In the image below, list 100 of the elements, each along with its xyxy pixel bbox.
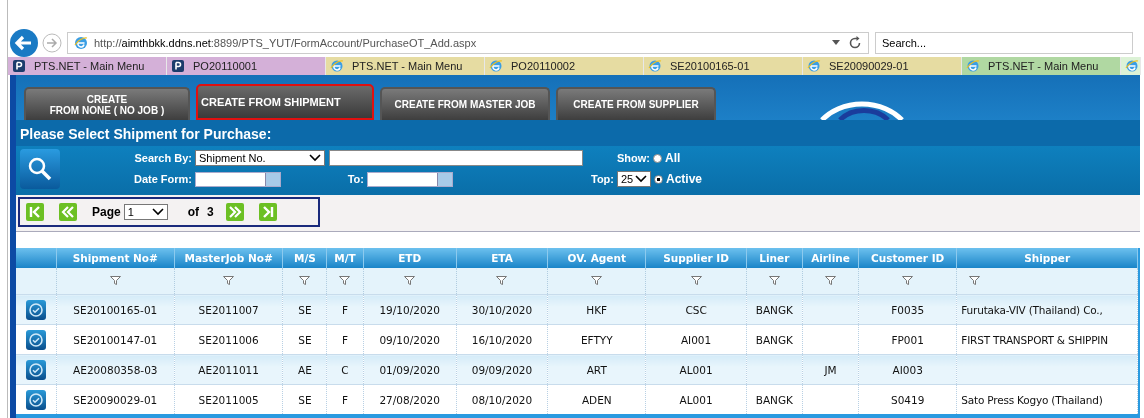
table-cell: JM bbox=[824, 363, 837, 376]
create-button[interactable]: CREATE FROM SHIPMENT bbox=[196, 84, 374, 120]
check-circle-icon bbox=[27, 301, 44, 318]
filter-icon[interactable] bbox=[690, 276, 702, 285]
table-cell: AE2011011 bbox=[198, 363, 259, 376]
first-page-button[interactable] bbox=[26, 203, 44, 221]
create-button[interactable]: CREATE FROM MASTER JOB bbox=[380, 87, 550, 120]
filter-icon[interactable] bbox=[591, 276, 603, 285]
table-cell: 19/10/2020 bbox=[379, 303, 440, 316]
date-field[interactable] bbox=[367, 171, 453, 187]
search-field[interactable] bbox=[329, 150, 583, 166]
filter-icon[interactable] bbox=[404, 276, 416, 285]
table-cell: ADEN bbox=[581, 393, 612, 406]
create-button[interactable]: CREATE FROM NONE ( NO JOB ) bbox=[24, 87, 190, 120]
browser-tab[interactable]: SE20100165-01 bbox=[644, 57, 803, 75]
search-by-select[interactable]: Shipment No. bbox=[195, 150, 325, 166]
globe-e-icon bbox=[489, 59, 503, 73]
table-cell: S0419 bbox=[891, 393, 925, 406]
table-cell: 01/09/2020 bbox=[379, 363, 440, 376]
table-cell: SE20100165-01 bbox=[73, 303, 158, 316]
refresh-icon[interactable] bbox=[848, 35, 862, 50]
search-button[interactable] bbox=[20, 149, 60, 189]
filter-icon[interactable] bbox=[902, 276, 914, 285]
search-by-label: Search By: bbox=[133, 152, 192, 164]
back-button[interactable] bbox=[9, 27, 39, 58]
filter-icon[interactable] bbox=[824, 276, 836, 285]
table-cell: SE bbox=[298, 393, 312, 406]
previous-page-button[interactable] bbox=[59, 203, 77, 221]
radio-option[interactable]: Active bbox=[654, 172, 703, 186]
table-cell: EFTYY bbox=[580, 333, 613, 346]
table-cell: 30/10/2020 bbox=[471, 303, 533, 316]
filter-icon[interactable] bbox=[109, 276, 121, 285]
browser-tab[interactable]: PO20110001 bbox=[167, 57, 326, 75]
page-select[interactable]: 1 bbox=[123, 204, 168, 220]
select-row-button[interactable] bbox=[25, 359, 46, 380]
chevron-down-icon bbox=[635, 175, 647, 183]
last-page-icon bbox=[258, 203, 277, 221]
table-cell: 09/10/2020 bbox=[379, 333, 440, 346]
table-cell: AE20080358-03 bbox=[73, 363, 158, 376]
radio-option[interactable]: All bbox=[653, 151, 681, 165]
table-cell: F0035 bbox=[891, 303, 925, 316]
browser-tab[interactable] bbox=[1121, 57, 1141, 75]
table-cell: C bbox=[341, 363, 349, 376]
create-button[interactable]: CREATE FROM SUPPLIER bbox=[556, 87, 716, 120]
table-cell: FP001 bbox=[891, 333, 924, 346]
panel-title: Please Select Shipment for Purchase: bbox=[16, 120, 1140, 146]
browser-tab[interactable]: PO20110002 bbox=[485, 57, 644, 75]
table-cell: BANGK bbox=[755, 393, 793, 406]
check-circle-icon bbox=[27, 361, 44, 378]
app-icon bbox=[171, 59, 185, 73]
globe-e-icon bbox=[966, 59, 980, 73]
top-label: Top: bbox=[590, 173, 614, 185]
table-cell: SE2011006 bbox=[198, 333, 259, 346]
check-circle-icon bbox=[27, 331, 44, 348]
select-row-button[interactable] bbox=[25, 389, 46, 410]
table-cell: 08/10/2020 bbox=[471, 393, 533, 406]
page-count: 3 bbox=[207, 205, 214, 219]
filter-icon[interactable] bbox=[969, 276, 981, 285]
address-bar[interactable]: http://aimthbkk.ddns.net:8899/PTS_YUT/FormAccount/PurchaseOT_Add.aspx bbox=[67, 31, 869, 54]
select-row-button[interactable] bbox=[25, 329, 46, 350]
browser-tab[interactable]: PTS.NET - Main Menu bbox=[8, 57, 167, 75]
filter-icon[interactable] bbox=[496, 276, 508, 285]
table-cell: SE20100147-01 bbox=[73, 333, 158, 346]
table-cell: AI001 bbox=[680, 333, 712, 346]
top-select[interactable]: 25 bbox=[617, 171, 651, 187]
next-page-button[interactable] bbox=[225, 203, 244, 221]
select-row-button[interactable] bbox=[25, 299, 46, 320]
browser-tab[interactable]: SE20090029-01 bbox=[803, 57, 962, 75]
table-cell: F bbox=[341, 303, 348, 316]
table-cell: SE20090029-01 bbox=[73, 393, 158, 406]
table-cell: Sato Press Kogyo (Thailand) bbox=[961, 393, 1103, 406]
globe-e-icon bbox=[330, 59, 344, 73]
table-cell: F bbox=[341, 393, 348, 406]
table-cell: AL001 bbox=[679, 393, 713, 406]
filter-icon[interactable] bbox=[339, 276, 351, 285]
table-cell: BANGK bbox=[755, 303, 793, 316]
double-left-icon bbox=[59, 203, 77, 221]
globe-e-icon bbox=[1125, 59, 1139, 73]
filter-icon[interactable] bbox=[299, 276, 311, 285]
table-cell: 09/09/2020 bbox=[471, 363, 533, 376]
browser-tab[interactable]: PTS.NET - Main Menu bbox=[962, 57, 1121, 75]
table-cell: AI003 bbox=[892, 363, 923, 376]
filter-icon[interactable] bbox=[223, 276, 235, 285]
app-icon bbox=[12, 59, 26, 73]
forward-button[interactable] bbox=[42, 32, 62, 53]
first-page-icon bbox=[26, 203, 44, 221]
table-cell: CSC bbox=[685, 303, 707, 316]
table-cell: FIRST TRANSPORT & SHIPPIN bbox=[961, 333, 1108, 346]
filter-icon[interactable] bbox=[768, 276, 780, 285]
dropdown-caret-icon[interactable] bbox=[832, 40, 840, 45]
browser-tab[interactable]: PTS.NET - Main Menu bbox=[326, 57, 485, 75]
chevron-down-icon bbox=[309, 154, 321, 162]
table-cell: F bbox=[341, 333, 348, 346]
date-field[interactable] bbox=[195, 171, 281, 187]
table-cell: AE bbox=[297, 363, 312, 376]
last-page-button[interactable] bbox=[258, 203, 277, 221]
table-cell: SE2011005 bbox=[198, 393, 259, 406]
search-field[interactable]: Search... bbox=[875, 31, 1133, 54]
table-cell: AL001 bbox=[679, 363, 713, 376]
header-cell bbox=[16, 248, 57, 268]
